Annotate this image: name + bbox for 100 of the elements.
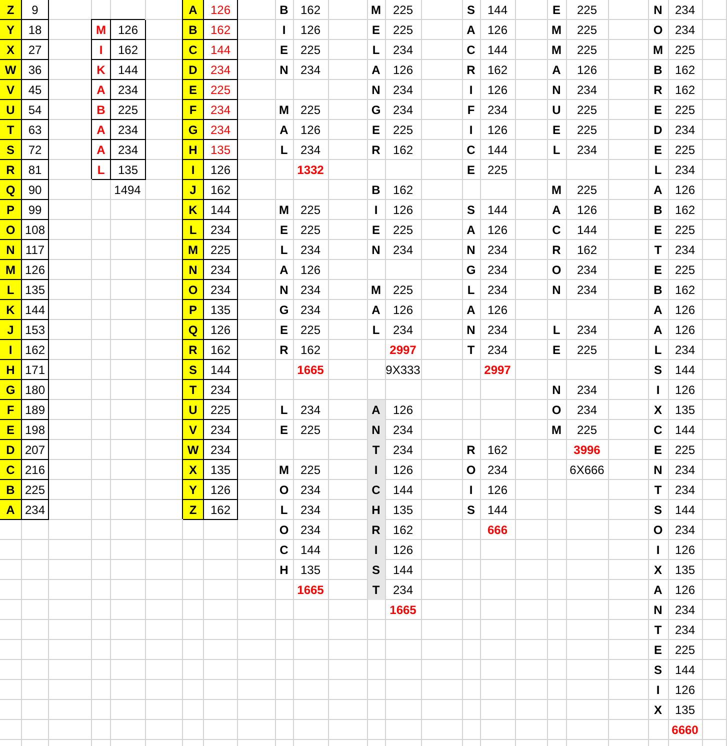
table-cell-text: 225 [576,2,598,18]
table-cell: K [183,200,204,220]
table-cell-text: L [279,402,289,418]
table-cell-text: 144 [674,362,696,378]
table-cell-text: A [466,222,476,238]
table-cell: 126 [204,480,238,500]
table-cell-text: 225 [576,342,598,358]
table-cell: J [0,320,22,340]
table-cell-text: 126 [674,302,696,318]
table-cell-text: O [550,402,562,418]
table-cell: Y [0,20,22,40]
table-cell-text: L [371,42,381,58]
table-cell-text: O [465,462,477,478]
table-cell-text: F [466,102,476,118]
table-cell-text: 126 [674,682,696,698]
table-cell: 135 [204,300,238,320]
table-cell-text: 1665 [296,362,325,378]
table-cell: N [368,420,385,440]
table-cell: 153 [22,320,49,340]
table-cell-text: 126 [674,382,696,398]
table-cell-text: T [653,242,663,258]
table-cell-text: G [278,302,290,318]
table-cell-text: C [652,422,664,438]
table-cell: S [183,360,204,380]
table-cell-text: 234 [576,402,598,418]
table-cell: 216 [22,460,49,480]
table-cell: B [183,20,204,40]
table-cell-text: N [370,82,382,98]
table-cell-text: E [652,642,663,658]
table-cell-text: E [652,102,663,118]
table-cell-text: 3996 [572,442,602,458]
table-cell-text: 135 [674,562,696,578]
table-cell: V [0,80,22,100]
table-cell-text: L [653,342,663,358]
table-cell: R [0,160,22,180]
table-cell-text: 225 [392,2,414,18]
table-cell: R [183,340,204,360]
table-cell-text: 144 [674,422,696,438]
table-cell-text: I [655,382,661,398]
table-cell-text: E [551,2,562,18]
table-cell-text: 225 [392,282,414,298]
table-cell-text: L [653,162,663,178]
table-cell-text: 234 [486,342,509,358]
table-cell: K [0,300,22,320]
table-cell: 234 [22,500,49,520]
table-cell-text: B [278,2,290,18]
table-cell: W [0,60,22,80]
table-cell-text: 234 [674,122,696,138]
table-cell: 126 [22,260,49,280]
table-cell-text: E [652,262,663,278]
table-cell: 135 [204,140,238,160]
table-cell: A [0,500,22,520]
table-cell: 126 [111,20,146,40]
table-cell-text: G [465,262,477,278]
table-cell-text: L [552,142,562,158]
table-cell: D [183,60,204,80]
table-cell: C [368,480,385,500]
table-cell-text: S [652,502,663,518]
table-cell-text: M [278,462,290,478]
table-cell: 126 [204,320,238,340]
table-cell: O [0,220,22,240]
table-cell-text: I [468,122,474,138]
table-cell-text: 225 [576,22,598,38]
table-cell-text: 234 [486,102,509,118]
table-cell: E [183,80,204,100]
table-cell-text: E [278,322,289,338]
table-cell-text: A [370,302,382,318]
table-cell-text: 1332 [296,162,325,178]
table-cell: T [368,580,385,600]
table-cell: A [368,400,385,420]
table-cell: 144 [22,300,49,320]
table-cell-text: A [652,182,664,198]
table-cell-text: 126 [674,182,696,198]
table-cell-text: 135 [674,402,696,418]
table-cell-text: M [550,422,562,438]
table-cell-text: G [370,102,382,118]
table-cell-text: 144 [486,202,509,218]
table-cell-text: 234 [576,282,598,298]
table-cell-text: 234 [299,482,322,498]
table-cell-text: 126 [299,262,322,278]
table-cell: P [183,300,204,320]
table-cell-text: 234 [674,162,696,178]
table-cell-text: 234 [576,82,598,98]
table-cell-text: 234 [392,242,414,258]
table-cell: A [92,80,111,100]
table-cell: 99 [22,200,49,220]
table-cell-text: A [551,62,562,78]
table-cell-text: N [278,62,290,78]
table-cell-text: 144 [486,2,509,18]
table-cell-text: M [652,42,664,58]
table-cell-text: A [652,302,664,318]
table-cell-text: 126 [674,582,696,598]
table-cell-text: E [652,142,663,158]
table-cell: 90 [22,180,49,200]
table-cell: 198 [22,420,49,440]
table-cell-text: I [281,22,287,38]
table-cell: Z [183,500,204,520]
table-cell: 9 [22,0,49,20]
table-cell-text: 126 [576,62,598,78]
table-cell-text: 126 [392,402,414,418]
